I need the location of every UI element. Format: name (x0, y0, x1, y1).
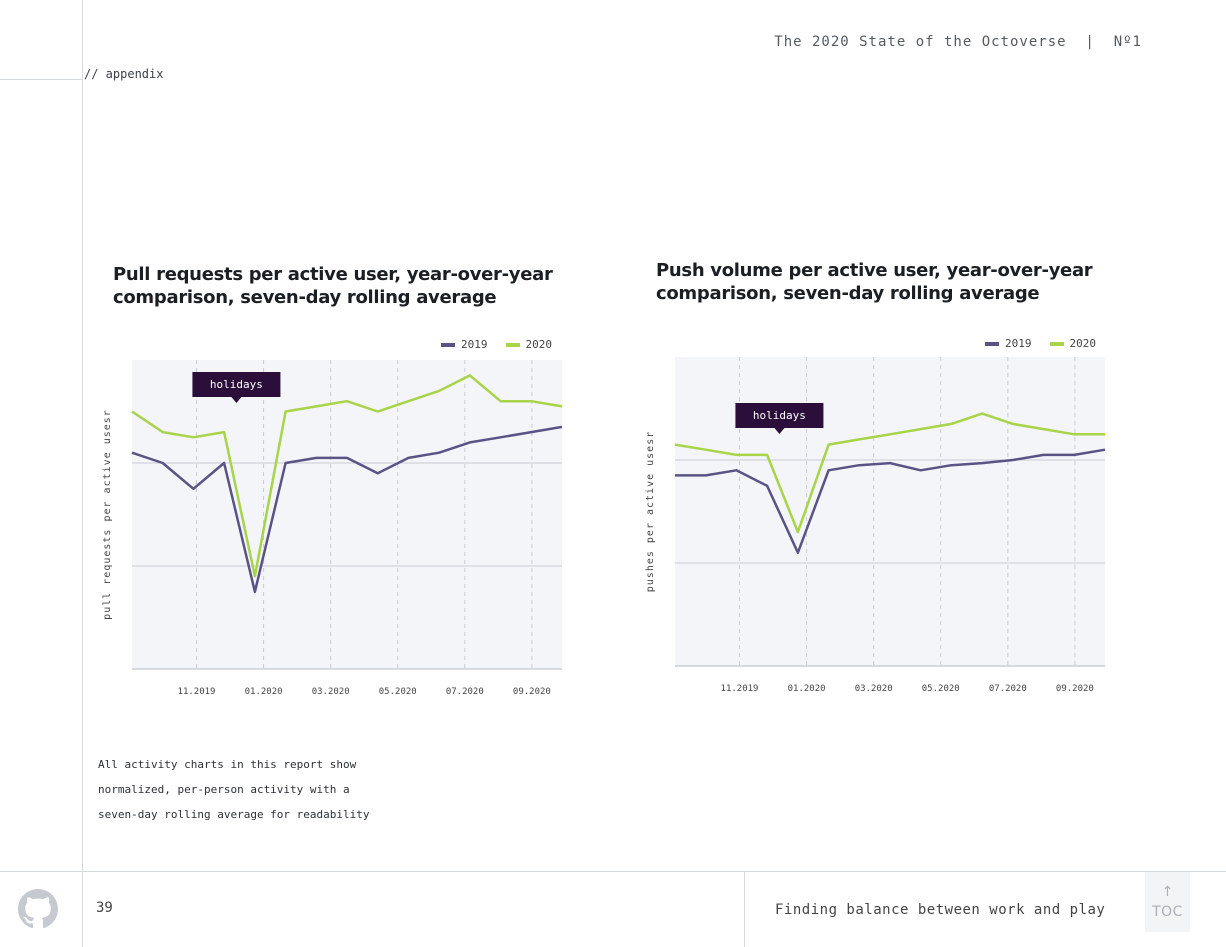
chart-title-line-2: comparison, seven-day rolling average (113, 287, 497, 308)
annotation-label: holidays (210, 378, 263, 391)
x-tick-label: 11.2019 (721, 684, 759, 694)
chart-title-line-1: Pull requests per active user, year-over… (113, 264, 553, 285)
page-number: 39 (96, 900, 113, 916)
legend-swatch-2020 (1049, 341, 1064, 346)
legend-item-2019: 2019 (441, 338, 488, 351)
left-margin-line (82, 0, 83, 947)
footer-rule (0, 871, 1226, 872)
x-tick-label: 01.2020 (245, 687, 283, 697)
toc-button[interactable]: ↑ TOC (1145, 872, 1190, 932)
chart-legend: 2019 2020 (985, 337, 1096, 350)
legend-swatch-2019 (985, 341, 999, 346)
x-tick-label: 09.2020 (1056, 684, 1094, 694)
push-volume-chart: 11.2019 01.2020 03.2020 05.2020 07.2020 09.20… (645, 357, 1106, 694)
toc-label: TOC (1152, 904, 1183, 920)
github-logo-icon (18, 889, 58, 929)
note-line-3: seven-day rolling average for readabilit… (98, 808, 370, 821)
legend-label-2019: 2019 (1005, 337, 1032, 350)
chart-title-line-2: comparison, seven-day rolling average (656, 283, 1040, 304)
x-tick-label: 11.2019 (178, 687, 216, 697)
arrow-up-icon: ↑ (1161, 884, 1174, 900)
x-tick-label: 05.2020 (379, 687, 417, 697)
note-line-1: All activity charts in this report show (98, 758, 357, 771)
x-tick-label: 03.2020 (312, 687, 350, 697)
legend-label-2020: 2020 (1069, 337, 1097, 350)
x-tick-label: 01.2020 (788, 684, 826, 694)
y-axis-label: pull requests per active usesr (102, 409, 113, 620)
legend-item-2019: 2019 (985, 337, 1032, 350)
x-tick-label: 09.2020 (513, 687, 551, 697)
report-title: The 2020 State of the Octoverse | Nº1 (774, 34, 1142, 50)
x-tick-label: 03.2020 (855, 684, 893, 694)
chart-title-pull-requests: Pull requests per active user, year-over… (113, 263, 553, 309)
x-tick-label: 05.2020 (922, 684, 960, 694)
footer-divider (744, 872, 745, 947)
legend-swatch-2020 (505, 342, 520, 347)
x-tick-label: 07.2020 (446, 687, 484, 697)
legend-label-2019: 2019 (461, 338, 488, 351)
chapter-title: Finding balance between work and play (775, 902, 1106, 918)
header-rule (0, 79, 82, 80)
legend-item-2020: 2020 (505, 338, 553, 351)
y-axis-label: pushes per active usesr (645, 431, 656, 592)
legend-label-2020: 2020 (525, 338, 553, 351)
chart-title-push-volume: Push volume per active user, year-over-y… (656, 259, 1093, 305)
note-line-2: normalized, per-person activity with a (98, 783, 350, 796)
legend-swatch-2019 (441, 342, 455, 347)
pull-requests-chart: 11.2019 01.2020 03.2020 05.2020 07.2020 09.20… (102, 360, 563, 697)
section-label: // appendix (84, 67, 164, 81)
methodology-note: All activity charts in this report show … (98, 752, 370, 827)
annotation-label: holidays (753, 409, 806, 422)
chart-title-line-1: Push volume per active user, year-over-y… (656, 260, 1093, 281)
chart-legend: 2019 2020 (441, 338, 552, 351)
x-tick-label: 07.2020 (989, 684, 1027, 694)
legend-item-2020: 2020 (1049, 337, 1097, 350)
